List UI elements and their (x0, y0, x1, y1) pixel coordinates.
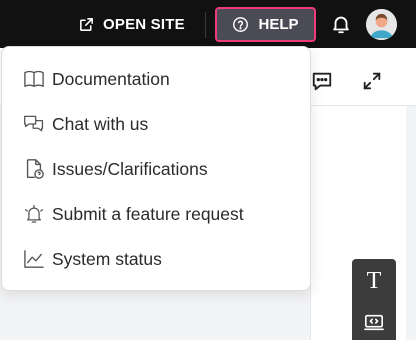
menu-item-chat[interactable]: Chat with us (2, 102, 310, 146)
user-avatar[interactable] (366, 9, 397, 40)
text-tool-icon: T (366, 267, 382, 294)
menu-item-issues[interactable]: Issues/Clarifications (2, 147, 310, 191)
scrollbar[interactable] (406, 106, 416, 340)
menu-item-documentation[interactable]: Documentation (2, 57, 310, 101)
menu-item-feature-request[interactable]: Submit a feature request (2, 192, 310, 236)
code-tool-button[interactable] (352, 303, 396, 340)
question-circle-icon (233, 17, 249, 32)
comment-icon[interactable] (311, 70, 333, 92)
menu-item-system-status[interactable]: System status (2, 237, 310, 281)
menu-item-label: Issues/Clarifications (52, 158, 208, 179)
code-screen-icon (364, 314, 384, 331)
bell-ring-icon (24, 204, 44, 223)
menu-item-label: System status (52, 248, 162, 269)
book-icon (24, 70, 44, 87)
top-bar: OPEN SITE HELP (0, 0, 416, 48)
menu-item-label: Submit a feature request (52, 203, 244, 224)
line-chart-icon (24, 250, 44, 268)
help-label: HELP (258, 16, 299, 33)
expand-icon[interactable] (361, 70, 383, 92)
chat-bubbles-icon (24, 115, 44, 132)
help-button[interactable]: HELP (215, 7, 316, 42)
text-tool-button[interactable]: T (352, 261, 396, 301)
notification-bell-icon[interactable] (330, 12, 352, 36)
menu-item-label: Chat with us (52, 113, 149, 134)
menu-item-label: Documentation (52, 68, 170, 89)
external-link-icon (80, 17, 93, 31)
help-dropdown-menu: Documentation Chat with us Issues/Clarif… (1, 46, 311, 291)
open-site-button[interactable]: OPEN SITE (78, 10, 185, 38)
file-question-icon (26, 159, 44, 179)
avatar-icon (366, 9, 397, 40)
open-site-label: OPEN SITE (103, 15, 185, 33)
divider (205, 12, 206, 38)
side-toolbar: T (352, 259, 396, 340)
